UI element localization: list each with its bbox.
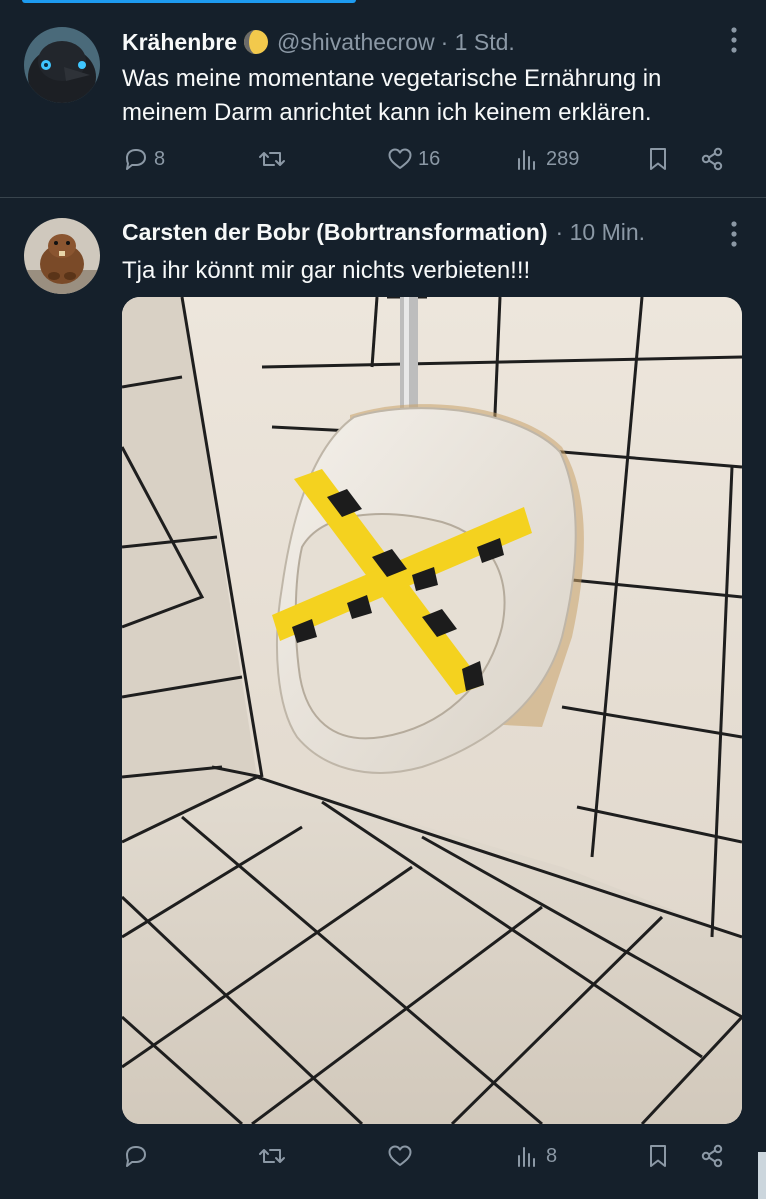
like-button[interactable] [386,1142,418,1170]
share-icon [701,147,723,171]
tweet-header: Carsten der Bobr (Bobrtransformation) · … [122,218,706,246]
retweet-icon [259,152,285,166]
display-name[interactable]: Carsten der Bobr (Bobrtransformation) [122,219,548,246]
more-options-icon[interactable] [730,26,738,58]
handle[interactable]: @shivathecrow [277,29,435,56]
share-button[interactable] [698,1142,726,1170]
views-button[interactable]: 289 [514,145,579,173]
tweet-text: Tja ihr könnt mir gar nichts verbieten!!… [122,257,531,284]
heart-icon [388,1145,412,1166]
tweet-media-photo[interactable] [122,297,742,1124]
retweet-button[interactable] [258,145,290,173]
retweet-button[interactable] [258,1142,290,1170]
views-count: 8 [546,1144,558,1167]
bookmark-button[interactable] [644,1142,672,1170]
reply-count: 8 [154,147,166,170]
retweet-icon [259,1149,285,1163]
like-count: 16 [418,147,441,170]
bookmark-icon [650,1145,666,1167]
views-icon [518,150,535,170]
views-button[interactable]: 8 [514,1142,557,1170]
display-name[interactable]: Krähenbre [122,29,237,56]
bookmark-icon [650,148,666,170]
share-icon [701,1144,723,1168]
timestamp[interactable]: · 1 Std. [441,29,515,56]
moon-emoji-icon [243,29,269,55]
reply-button[interactable]: 8 [122,145,165,173]
reply-icon [126,1146,146,1167]
views-count: 289 [546,147,580,170]
views-icon [518,1147,535,1167]
like-button[interactable]: 16 [386,145,440,173]
more-options-icon[interactable] [730,220,738,252]
avatar-crow[interactable] [24,27,100,103]
share-button[interactable] [698,145,726,173]
tweet-actions: 8 16 289 [122,145,732,179]
avatar-beaver[interactable] [24,218,100,294]
tweet-actions: 8 [122,1142,732,1176]
scrollbar[interactable] [758,1152,766,1199]
timestamp[interactable]: · 10 Min. [556,219,645,246]
heart-icon [388,148,412,169]
tweet-text: Was meine momentane vegetarische Ernähru… [122,65,662,126]
bookmark-button[interactable] [644,145,672,173]
tweet-1[interactable]: Krähenbre @shivathecrow · 1 Std. Was mei… [0,0,766,197]
reply-button[interactable] [122,1142,154,1170]
reply-icon [126,149,146,170]
tweet-header: Krähenbre @shivathecrow · 1 Std. [122,28,706,56]
